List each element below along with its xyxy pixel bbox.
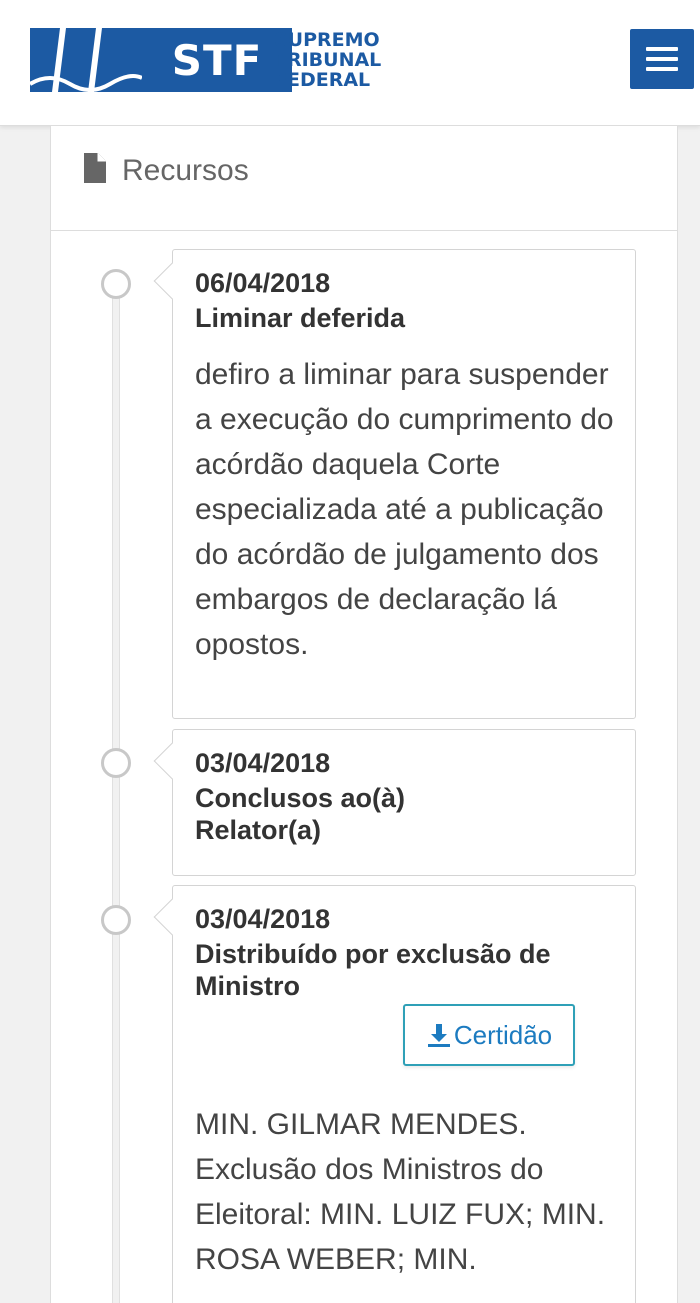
- logo-name: SUPREMO TRIBUNAL FEDERAL: [274, 30, 414, 90]
- logo-line-1: SUPREMO: [274, 29, 380, 51]
- panel-header: Recursos: [51, 126, 677, 231]
- entry-date: 06/04/2018: [195, 268, 331, 298]
- entry-body: defiro a liminar para suspender a execuç…: [195, 358, 614, 661]
- timeline-line: [112, 286, 120, 1303]
- menu-button[interactable]: [630, 29, 694, 89]
- download-icon: [427, 1024, 450, 1047]
- timeline-dot: [101, 269, 131, 299]
- recursos-panel: Recursos 06/04/2018 Liminar deferida def…: [50, 126, 678, 1303]
- timeline-entry: 03/04/2018 Distribuído por exclusão de M…: [153, 885, 636, 1303]
- file-icon: [84, 153, 106, 183]
- entry-title: Distribuído por exclusão de Ministro: [195, 939, 551, 1001]
- site-header: STF SUPREMO TRIBUNAL FEDERAL: [0, 0, 700, 126]
- logo-line-2: TRIBUNAL: [274, 49, 382, 71]
- hamburger-bar: [646, 67, 678, 71]
- stf-logo[interactable]: STF SUPREMO TRIBUNAL FEDERAL: [30, 28, 390, 92]
- card-pointer: [153, 742, 191, 780]
- entry-title: Conclusos ao(à) Relator(a): [195, 783, 406, 845]
- panel-title: Recursos: [122, 154, 249, 187]
- logo-abbreviation: STF: [142, 28, 292, 92]
- logo-line-3: FEDERAL: [274, 69, 371, 91]
- certidao-button[interactable]: Certidão: [403, 1004, 575, 1066]
- entry-date: 03/04/2018: [195, 904, 331, 934]
- hamburger-menu-icon: [646, 47, 678, 51]
- timeline-entry: 03/04/2018 Conclusos ao(à) Relator(a): [153, 729, 636, 876]
- entry-date: 03/04/2018: [195, 748, 331, 778]
- card-pointer: [153, 262, 191, 300]
- certidao-label: Certidão: [453, 1019, 553, 1050]
- card-content: 06/04/2018 Liminar deferida defiro a lim…: [195, 264, 615, 667]
- logo-stripes-icon: [30, 28, 142, 92]
- entry-title: Liminar deferida: [195, 303, 406, 333]
- hamburger-bar: [646, 57, 678, 61]
- timeline-dot: [101, 905, 131, 935]
- card-pointer: [153, 898, 191, 936]
- card-content: 03/04/2018 Conclusos ao(à) Relator(a): [195, 744, 615, 846]
- entry-body: MIN. GILMAR MENDES. Exclusão dos Ministr…: [195, 1108, 606, 1276]
- timeline-dot: [101, 748, 131, 778]
- timeline-entry: 06/04/2018 Liminar deferida defiro a lim…: [153, 249, 636, 719]
- card-content: 03/04/2018 Distribuído por exclusão de M…: [195, 900, 615, 1002]
